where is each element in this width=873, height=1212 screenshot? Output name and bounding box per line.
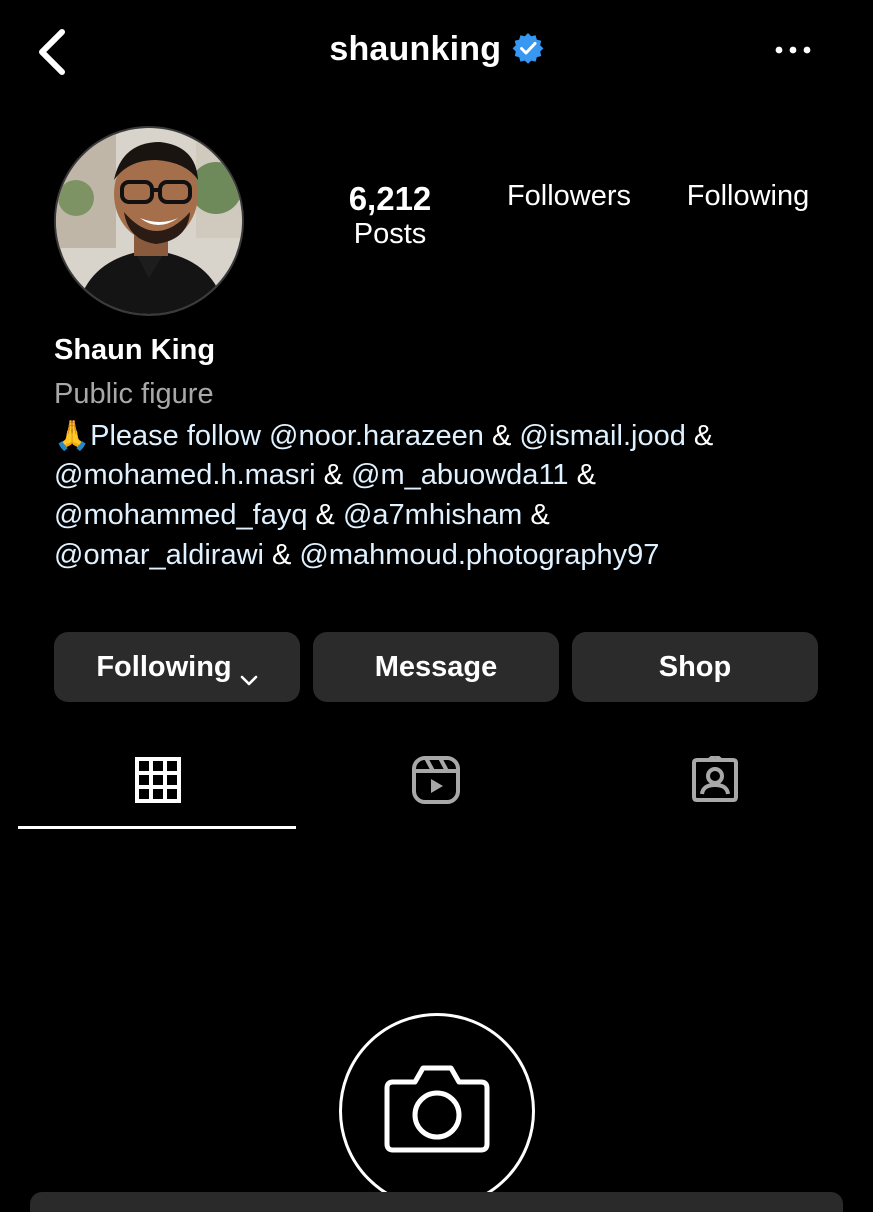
more-options-button[interactable] (772, 38, 814, 62)
following-label: Following (686, 180, 810, 212)
tab-tagged[interactable] (691, 752, 739, 804)
mention-link[interactable]: @noor.harazeen (269, 420, 484, 452)
verified-badge-icon (512, 32, 544, 64)
bio-line-2: @mohamed.h.masri & @m_abuowda11 & (54, 459, 596, 492)
shop-button-label: Shop (658, 650, 732, 683)
bio-text: Please follow (90, 420, 270, 452)
shop-button[interactable]: Shop (572, 632, 818, 702)
mention-link[interactable]: @a7mhisham (343, 499, 522, 531)
profile-category: Public figure (54, 378, 214, 410)
bio-ampersand: & (307, 499, 343, 531)
mention-link[interactable]: @mahmoud.photography97 (299, 539, 659, 571)
avatar-photo (56, 128, 242, 314)
bio-ampersand: & (568, 459, 596, 491)
following-stat[interactable]: Following (668, 180, 828, 213)
following-button[interactable]: Following (54, 632, 300, 702)
bio-ampersand: & (483, 420, 520, 452)
mention-link[interactable]: @mohamed.h.masri (54, 459, 316, 491)
bio-ampersand: & (522, 499, 550, 531)
camera-icon (383, 1060, 491, 1156)
mention-link[interactable]: @ismail.jood (519, 420, 685, 452)
posts-label: Posts (353, 218, 427, 250)
more-options-icon (775, 46, 811, 54)
username-title: shaunking (329, 30, 502, 68)
profile-avatar[interactable] (54, 126, 244, 316)
followers-label: Followers (506, 180, 632, 212)
grid-icon (135, 757, 181, 803)
followers-stat[interactable]: Followers (489, 180, 649, 213)
message-button[interactable]: Message (313, 632, 559, 702)
mention-link[interactable]: @mohammed_fayq (54, 499, 308, 531)
following-button-label: Following (96, 650, 232, 683)
tab-reels[interactable] (412, 756, 460, 804)
mention-link[interactable]: @m_abuowda11 (351, 459, 569, 491)
bio-emoji: 🙏 (54, 420, 91, 452)
bio-ampersand: & (315, 459, 351, 491)
active-tab-indicator (18, 826, 296, 829)
tagged-icon (692, 752, 738, 802)
mention-link[interactable]: @omar_aldirawi (54, 539, 264, 571)
profile-name: Shaun King (54, 334, 216, 366)
bio-ampersand: & (685, 420, 714, 452)
bio-line-3: @mohammed_fayq & @a7mhisham & (54, 499, 550, 532)
bottom-sheet-edge (30, 1192, 843, 1212)
tab-grid[interactable] (134, 756, 182, 804)
chevron-down-icon (240, 662, 258, 686)
profile-header: shaunking (0, 30, 873, 69)
posts-stat: 6,212 Posts (320, 180, 460, 251)
bio-ampersand: & (263, 539, 300, 571)
bio-line-4: @omar_aldirawi & @mahmoud.photography97 (54, 539, 659, 572)
bio-line-1: 🙏Please follow @noor.harazeen & @ismail.… (54, 419, 713, 453)
posts-count: 6,212 (348, 180, 432, 217)
reels-icon (412, 756, 460, 804)
message-button-label: Message (374, 650, 498, 683)
